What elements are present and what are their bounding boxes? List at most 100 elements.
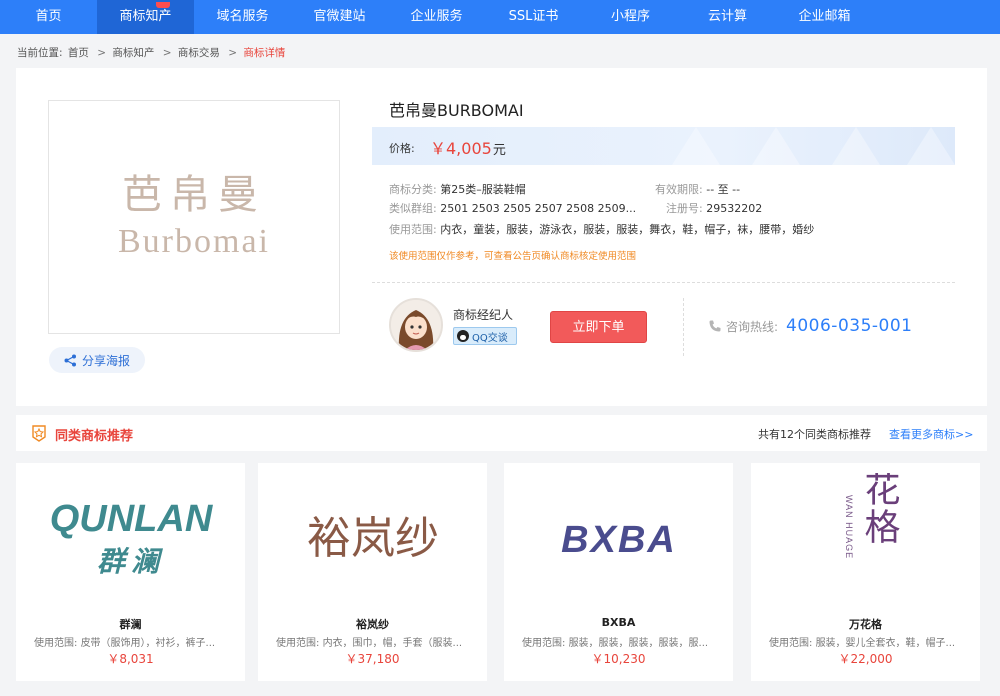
card-scope: 使用范围: 皮带（服饰用），衬衫，裤子... xyxy=(34,634,229,649)
qq-chat-label: QQ交谈 xyxy=(472,332,508,344)
card-logo-graphic: WAN HUAGE 万花格 xyxy=(844,473,900,559)
card-logo: BXBA xyxy=(504,463,733,613)
top-nav: 首页 商标知产 域名服务 官微建站 企业服务 SSL证书 小程序 云计算 企业邮… xyxy=(0,0,1000,34)
hotline-number[interactable]: 4006-035-001 xyxy=(786,316,912,336)
breadcrumb-current: 商标详情 xyxy=(243,47,286,59)
hot-badge xyxy=(156,2,170,8)
card-logo-en: WAN HUAGE xyxy=(844,495,854,559)
phone-icon xyxy=(709,320,721,332)
trademark-logo-en: Burbomai xyxy=(118,223,270,260)
nav-item-email[interactable]: 企业邮箱 xyxy=(776,0,873,34)
price-unit: 元 xyxy=(492,143,506,158)
nav-item-home[interactable]: 首页 xyxy=(0,0,97,34)
reg-label: 注册号: xyxy=(666,202,703,215)
recommend-badge-icon xyxy=(32,425,46,442)
breadcrumb-trademark[interactable]: 商标知产 xyxy=(112,47,154,59)
scope-label: 使用范围: xyxy=(389,223,437,236)
validity-label: 有效期限: xyxy=(655,183,703,196)
category-label: 商标分类: xyxy=(389,183,437,196)
card-logo-graphic: BXBA xyxy=(561,519,677,561)
group-label: 类似群组: xyxy=(389,202,437,215)
reg-row: 注册号: 29532202 xyxy=(666,200,762,216)
view-more-link[interactable]: 查看更多商标>> xyxy=(889,426,973,442)
nav-item-domain[interactable]: 域名服务 xyxy=(194,0,291,34)
validity-row: 有效期限: -- 至 -- xyxy=(655,181,740,197)
card-logo: QUNLAN 群澜 xyxy=(16,463,245,613)
reg-value: 29532202 xyxy=(706,202,763,215)
trademark-card[interactable]: WAN HUAGE 万花格 万花格 使用范围: 服装，婴儿全套衣，鞋，帽子...… xyxy=(751,463,980,681)
card-scope-label: 使用范围: xyxy=(522,638,566,649)
divider xyxy=(372,282,955,283)
card-name: BXBA xyxy=(601,616,636,629)
group-row: 类似群组: 2501 2503 2505 2507 2508 2509... xyxy=(389,200,636,216)
trademark-logo-cn: 芭帛曼 xyxy=(122,172,266,218)
trademark-card[interactable]: 裕岚纱 裕岚纱 使用范围: 内衣，围巾，帽，手套（服装... ￥37,180 xyxy=(258,463,487,681)
card-name: 裕岚纱 xyxy=(356,618,389,631)
card-scope: 使用范围: 服装，婴儿全套衣，鞋，帽子... xyxy=(769,634,964,649)
vertical-divider xyxy=(683,298,684,356)
trademark-card[interactable]: BXBA BXBA 使用范围: 服装，服装，服装，服装，服... ￥10,230 xyxy=(504,463,733,681)
trademark-card[interactable]: QUNLAN 群澜 群澜 使用范围: 皮带（服饰用），衬衫，裤子... ￥8,0… xyxy=(16,463,245,681)
breadcrumb-separator: > xyxy=(162,47,172,59)
nav-item-miniprogram[interactable]: 小程序 xyxy=(582,0,679,34)
category-row: 商标分类: 第25类–服装鞋帽 xyxy=(389,181,526,197)
breadcrumb-home[interactable]: 首页 xyxy=(68,47,89,59)
price-label: 价格: xyxy=(389,142,415,155)
share-poster-button[interactable]: 分享海报 xyxy=(49,347,145,373)
trademark-logo: 芭帛曼 Burbomai xyxy=(48,100,340,334)
price-bar-decoration xyxy=(752,127,800,165)
price-bar-decoration xyxy=(907,127,955,165)
nav-item-website[interactable]: 官微建站 xyxy=(291,0,388,34)
share-icon xyxy=(64,354,76,366)
card-scope: 使用范围: 内衣，围巾，帽，手套（服装... xyxy=(276,634,471,649)
order-now-button[interactable]: 立即下单 xyxy=(550,311,647,343)
hotline-label: 咨询热线: xyxy=(726,319,779,334)
agent-avatar xyxy=(389,298,443,352)
card-logo-cn: 群澜 xyxy=(96,545,164,578)
nav-item-label: 商标知产 xyxy=(119,9,172,24)
price-value: ￥4,005元 xyxy=(430,135,506,159)
validity-value: -- 至 -- xyxy=(706,183,741,196)
card-scope-value: 服装，服装，服装，服装，服... xyxy=(568,638,709,649)
card-scope-value: 内衣，围巾，帽，手套（服装... xyxy=(322,638,463,649)
group-value: 2501 2503 2505 2507 2508 2509... xyxy=(440,202,637,215)
qq-icon xyxy=(457,330,469,342)
scope-row: 使用范围: 内衣，童装，服装，游泳衣，服装，服装，舞衣，鞋，帽子，袜，腰带，婚纱 xyxy=(389,221,814,237)
card-scope-value: 皮带（服饰用），衬衫，裤子... xyxy=(80,638,216,649)
card-scope-label: 使用范围: xyxy=(769,638,813,649)
card-logo-en: QUNLAN xyxy=(49,498,213,540)
hotline: 咨询热线: 4006-035-001 xyxy=(708,316,912,336)
card-price: ￥37,180 xyxy=(345,652,400,666)
card-price: ￥22,000 xyxy=(838,652,893,666)
trademark-title: 芭帛曼BURBOMAI xyxy=(389,101,524,120)
scope-notice: 该使用范围仅作参考，可查看公告页确认商标核定使用范围 xyxy=(389,251,637,262)
price-amount: ￥4,005 xyxy=(430,139,492,158)
trademark-detail-panel: 芭帛曼 Burbomai 分享海报 芭帛曼BURBOMAI 价格: ￥4,005… xyxy=(16,68,987,406)
card-logo-graphic: 裕岚纱 xyxy=(307,513,439,564)
price-bar-decoration xyxy=(672,127,720,165)
nav-item-cloud[interactable]: 云计算 xyxy=(679,0,776,34)
price-bar-decoration xyxy=(832,127,880,165)
nav-item-trademark[interactable]: 商标知产 xyxy=(97,0,194,34)
card-logo: WAN HUAGE 万花格 xyxy=(751,463,980,613)
breadcrumb-trade[interactable]: 商标交易 xyxy=(178,47,220,59)
breadcrumb-separator: > xyxy=(228,47,238,59)
nav-item-enterprise[interactable]: 企业服务 xyxy=(388,0,485,34)
agent-label: 商标经纪人 xyxy=(453,308,514,322)
card-logo-en: BXBA xyxy=(561,519,677,561)
recommend-header: 同类商标推荐 共有12个同类商标推荐 查看更多商标>> xyxy=(16,415,987,451)
nav-item-ssl[interactable]: SSL证书 xyxy=(485,0,582,34)
card-logo: 裕岚纱 xyxy=(258,463,487,613)
price-bar: 价格: ￥4,005元 xyxy=(372,127,955,165)
card-logo-graphic: QUNLAN 群澜 xyxy=(49,498,213,578)
breadcrumb-prefix: 当前位置: xyxy=(17,47,63,59)
category-value: 第25类–服装鞋帽 xyxy=(440,183,526,196)
qq-chat-button[interactable]: QQ交谈 xyxy=(453,327,517,345)
card-scope: 使用范围: 服装，服装，服装，服装，服... xyxy=(522,634,717,649)
card-name: 万花格 xyxy=(849,618,882,631)
card-logo-cn: 万花格 xyxy=(858,473,899,546)
recommend-title: 同类商标推荐 xyxy=(55,429,134,444)
share-label: 分享海报 xyxy=(81,353,130,368)
card-price: ￥10,230 xyxy=(591,652,646,666)
avatar-illustration xyxy=(391,300,441,350)
